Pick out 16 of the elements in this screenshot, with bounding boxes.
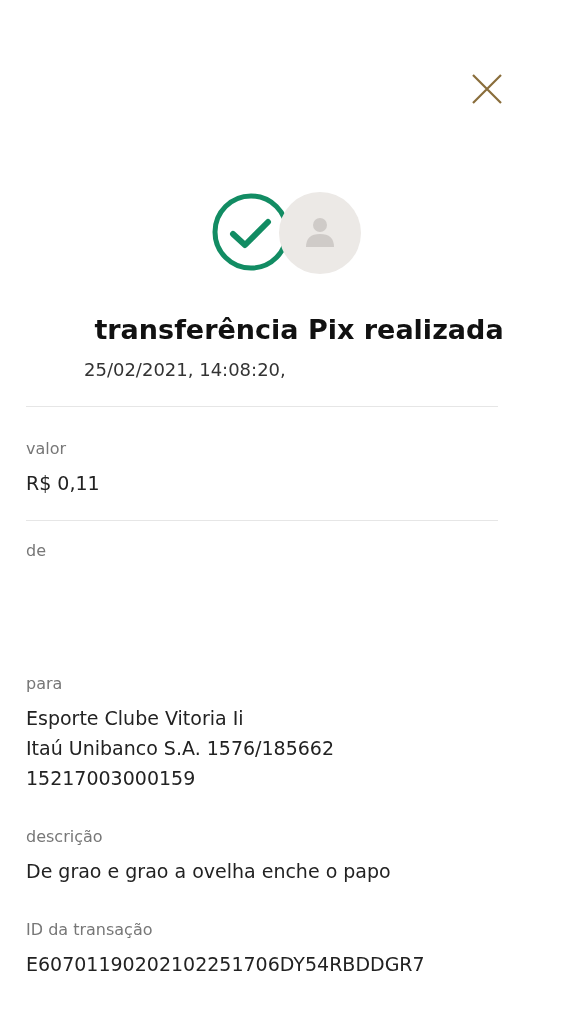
field-label: ID da transação bbox=[26, 920, 154, 939]
field-label: para bbox=[26, 674, 64, 693]
field-value: Esporte Clube Vitoria Ii bbox=[26, 706, 245, 731]
field-label: de bbox=[26, 541, 47, 560]
avatar-icon bbox=[279, 192, 361, 274]
status-title: transferência Pix realizada bbox=[93, 314, 505, 345]
field-value: R$ 0,11 bbox=[26, 471, 101, 496]
field-label: valor bbox=[26, 439, 68, 458]
field-value: Itaú Unibanco S.A. 1576/185662 bbox=[26, 736, 335, 761]
field-value: 15217003000159 bbox=[26, 766, 197, 791]
transaction-datetime: 25/02/2021, 14:08:20, bbox=[84, 359, 287, 380]
close-button[interactable] bbox=[470, 72, 504, 106]
field-value: De grao e grao a ovelha enche o papo bbox=[26, 859, 392, 884]
close-icon bbox=[470, 72, 504, 106]
field-label: descrição bbox=[26, 827, 104, 846]
field-value: E60701190202102251706DY54RBDDGR7 bbox=[26, 952, 426, 977]
